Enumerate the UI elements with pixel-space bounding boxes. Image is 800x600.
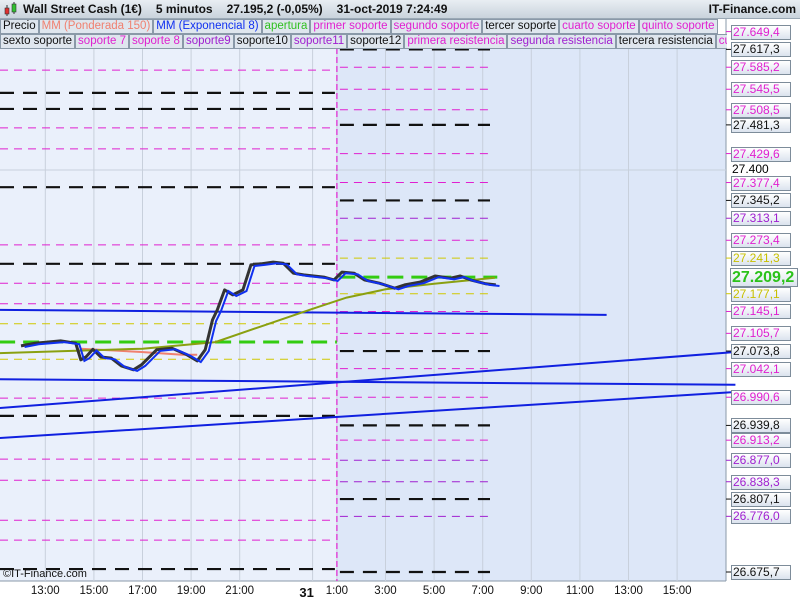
level-price-label: 27.105,7 xyxy=(731,326,791,342)
legend-item[interactable]: MM (Exponencial 8) xyxy=(153,19,262,34)
legend-item[interactable]: apertura xyxy=(261,19,311,34)
level-price-label: 27.177,1 xyxy=(731,286,791,302)
legend-item[interactable]: primera resistencia xyxy=(404,34,508,49)
level-price-label: 27.241,3 xyxy=(731,251,791,267)
legend-item[interactable]: sexto soporte xyxy=(0,34,76,49)
legend-item[interactable]: MM (Ponderada 150) xyxy=(38,19,154,34)
time-tick-label: 13:00 xyxy=(614,585,643,597)
level-price-label: 27.273,4 xyxy=(731,233,791,249)
legend-item[interactable]: tercer soporte xyxy=(482,19,560,34)
level-price-label: 26.939,8 xyxy=(731,418,791,434)
level-price-label: 27.429,6 xyxy=(731,146,791,162)
time-tick-label: 15:00 xyxy=(79,585,109,597)
current-price-label: 27.209,2 xyxy=(730,268,798,287)
candlestick-logo-icon xyxy=(4,1,17,16)
legend-item[interactable]: cuarta re xyxy=(715,34,727,49)
legend-row-1: Precio MM (Ponderada 150) MM (Exponencial … xyxy=(0,19,718,34)
level-price-label: 27.313,1 xyxy=(731,211,791,227)
level-price-label: 27.145,1 xyxy=(731,304,791,320)
level-price-label: 27.617,3 xyxy=(731,42,791,58)
level-price-label: 26.838,3 xyxy=(731,474,791,490)
level-price-label: 26.776,0 xyxy=(731,509,791,525)
legend-item[interactable]: cuarto soporte xyxy=(559,19,639,34)
time-tick-label: 1:00 xyxy=(325,585,349,597)
level-price-label: 26.877,0 xyxy=(731,453,791,469)
time-tick-label: 3:00 xyxy=(374,585,397,597)
level-price-label: 27.508,5 xyxy=(731,102,791,118)
time-tick-label: 7:00 xyxy=(471,585,494,597)
instrument-name: Wall Street Cash (1€) xyxy=(23,2,142,16)
datetime: 31-oct-2019 7:24:49 xyxy=(336,2,448,16)
level-price-label: 27.585,2 xyxy=(731,60,791,76)
time-tick-label: 9:00 xyxy=(520,585,543,597)
level-price-label: 26.990,6 xyxy=(731,390,791,406)
timeframe[interactable]: 5 minutos xyxy=(156,2,213,16)
legend-item[interactable]: soporte 8 xyxy=(129,34,183,49)
time-tick-label: 13:00 xyxy=(30,585,60,597)
time-tick-label: 21:00 xyxy=(225,585,255,597)
legend-item[interactable]: Precio xyxy=(0,19,39,34)
level-price-label: 26.675,7 xyxy=(731,564,791,580)
time-tick-label: 19:00 xyxy=(176,585,206,597)
legend-item[interactable]: quinto soporte xyxy=(638,19,718,34)
level-price-label: 27.545,5 xyxy=(731,82,791,98)
time-tick-label: 5:00 xyxy=(422,585,446,597)
level-price-label: 27.481,3 xyxy=(731,117,791,133)
time-tick-label: 17:00 xyxy=(128,585,157,597)
level-price-label: 26.913,2 xyxy=(731,433,791,449)
time-tick-label: 31 xyxy=(299,585,314,600)
level-price-label: 27.649,4 xyxy=(731,24,791,40)
level-price-label: 26.807,1 xyxy=(731,492,791,508)
legend-item[interactable]: segundo soporte xyxy=(390,19,483,34)
chart-header: Wall Street Cash (1€) 5 minutos 27.195,2… xyxy=(0,0,800,19)
level-price-label: 27.377,4 xyxy=(731,175,791,191)
legend-item[interactable]: soporte11 xyxy=(290,34,348,49)
legend-row-2: sexto soporte soporte 7 soporte 8 soporte9 s… xyxy=(0,34,727,49)
time-tick-label: 15:00 xyxy=(662,585,692,597)
price-chart[interactable] xyxy=(0,0,800,600)
legend-item[interactable]: soporte9 xyxy=(182,34,234,49)
legend-item[interactable]: soporte12 xyxy=(347,34,405,49)
level-price-label: 27.345,2 xyxy=(731,193,791,209)
level-price-label: 27.042,1 xyxy=(731,361,791,377)
legend-item[interactable]: primer soporte xyxy=(310,19,391,34)
legend-item[interactable]: soporte10 xyxy=(233,34,291,49)
time-tick-label: 11:00 xyxy=(565,585,594,597)
legend-item[interactable]: segunda resistencia xyxy=(507,34,616,49)
last-price: 27.195,2 (-0,05%) xyxy=(226,2,323,16)
legend-item[interactable]: soporte 7 xyxy=(75,34,129,49)
level-price-label: 27.073,8 xyxy=(731,344,791,360)
site-name[interactable]: IT-Finance.com xyxy=(709,2,796,16)
legend-item[interactable]: tercera resistencia xyxy=(615,34,716,49)
copyright: ©IT-Finance.com xyxy=(3,568,87,580)
